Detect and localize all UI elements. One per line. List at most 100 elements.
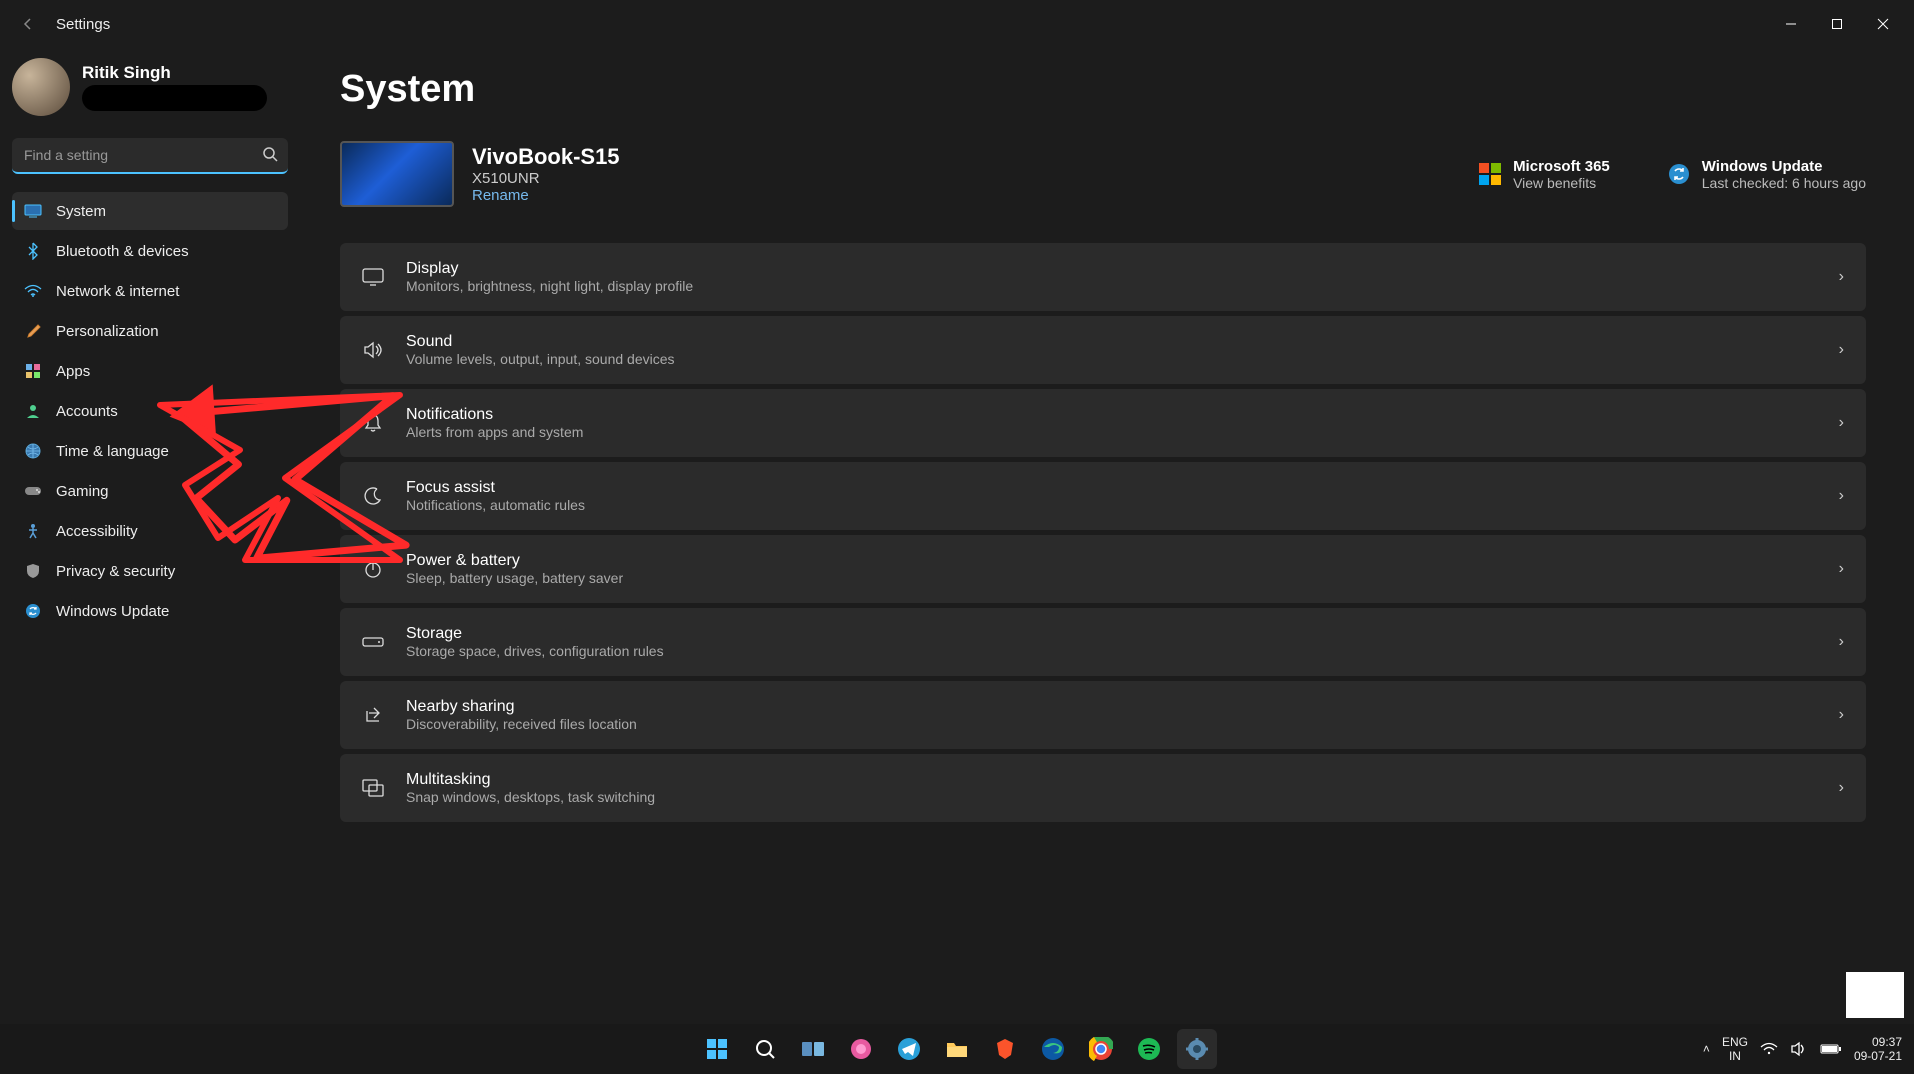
multitasking-icon xyxy=(362,777,384,799)
sidebar-item-network[interactable]: Network & internet xyxy=(12,272,288,310)
gear-icon xyxy=(1185,1037,1209,1061)
device-model: X510UNR xyxy=(472,170,620,187)
taskbar-edge[interactable] xyxy=(1033,1029,1073,1069)
card-desc: Snap windows, desktops, task switching xyxy=(406,789,1839,805)
sidebar-item-accessibility[interactable]: Accessibility xyxy=(12,512,288,550)
date-value: 09-07-21 xyxy=(1854,1049,1902,1063)
card-power[interactable]: Power & batterySleep, battery usage, bat… xyxy=(340,535,1866,603)
card-storage[interactable]: StorageStorage space, drives, configurat… xyxy=(340,608,1866,676)
taskbar-taskview[interactable] xyxy=(793,1029,833,1069)
brush-icon xyxy=(24,322,42,340)
volume-tray-icon[interactable] xyxy=(1790,1041,1808,1057)
gamepad-icon xyxy=(24,482,42,500)
taskbar-search[interactable] xyxy=(745,1029,785,1069)
spotify-icon xyxy=(1137,1037,1161,1061)
taskbar: ˄ ENG IN 09:37 09-07-21 xyxy=(0,1024,1914,1074)
overlay-box xyxy=(1846,972,1904,1018)
sidebar-item-label: Gaming xyxy=(56,483,109,500)
sidebar-item-label: Privacy & security xyxy=(56,563,175,580)
card-title: Notifications xyxy=(406,406,1839,424)
close-button[interactable] xyxy=(1860,8,1906,40)
update-icon xyxy=(1668,163,1690,185)
taskbar-spotify[interactable] xyxy=(1129,1029,1169,1069)
sidebar-item-label: Accessibility xyxy=(56,523,138,540)
card-focus-assist[interactable]: Focus assistNotifications, automatic rul… xyxy=(340,462,1866,530)
search-wrapper xyxy=(12,138,288,174)
device-name: VivoBook-S15 xyxy=(472,144,620,170)
update-title: Windows Update xyxy=(1702,158,1866,175)
card-nearby-sharing[interactable]: Nearby sharingDiscoverability, received … xyxy=(340,681,1866,749)
taskbar-chrome[interactable] xyxy=(1081,1029,1121,1069)
arrow-left-icon xyxy=(20,16,36,32)
sidebar-item-system[interactable]: System xyxy=(12,192,288,230)
tray-chevron-up-icon[interactable]: ˄ xyxy=(1703,1042,1710,1056)
accessibility-icon xyxy=(24,522,42,540)
taskbar-brave[interactable] xyxy=(985,1029,1025,1069)
profile-block[interactable]: Ritik Singh xyxy=(12,58,288,116)
chevron-right-icon: › xyxy=(1839,414,1844,432)
card-title: Multitasking xyxy=(406,771,1839,789)
apps-icon xyxy=(24,362,42,380)
minimize-button[interactable] xyxy=(1768,8,1814,40)
windows-update-block[interactable]: Windows Update Last checked: 6 hours ago xyxy=(1668,158,1866,191)
app-icon xyxy=(849,1037,873,1061)
battery-tray-icon[interactable] xyxy=(1820,1043,1842,1055)
sidebar-item-accounts[interactable]: Accounts xyxy=(12,392,288,430)
sidebar-item-personalization[interactable]: Personalization xyxy=(12,312,288,350)
tray-language[interactable]: ENG IN xyxy=(1722,1035,1748,1064)
device-thumbnail[interactable] xyxy=(340,141,454,207)
update-sub: Last checked: 6 hours ago xyxy=(1702,175,1866,191)
chevron-right-icon: › xyxy=(1839,268,1844,286)
taskbar-explorer[interactable] xyxy=(937,1029,977,1069)
wifi-tray-icon[interactable] xyxy=(1760,1042,1778,1056)
close-icon xyxy=(1877,18,1889,30)
wifi-icon xyxy=(24,282,42,300)
card-title: Focus assist xyxy=(406,479,1839,497)
sidebar-item-bluetooth[interactable]: Bluetooth & devices xyxy=(12,232,288,270)
tray-clock[interactable]: 09:37 09-07-21 xyxy=(1854,1035,1902,1064)
card-display[interactable]: DisplayMonitors, brightness, night light… xyxy=(340,243,1866,311)
taskbar-app-1[interactable] xyxy=(841,1029,881,1069)
card-notifications[interactable]: NotificationsAlerts from apps and system… xyxy=(340,389,1866,457)
share-icon xyxy=(362,704,384,726)
profile-name: Ritik Singh xyxy=(82,63,267,83)
rename-link[interactable]: Rename xyxy=(472,187,620,204)
brave-icon xyxy=(994,1037,1016,1061)
maximize-button[interactable] xyxy=(1814,8,1860,40)
back-button[interactable] xyxy=(8,4,48,44)
taskbar-telegram[interactable] xyxy=(889,1029,929,1069)
display-icon xyxy=(24,202,42,220)
chevron-right-icon: › xyxy=(1839,706,1844,724)
sidebar-item-label: Network & internet xyxy=(56,283,179,300)
sound-icon xyxy=(362,339,384,361)
bluetooth-icon xyxy=(24,242,42,260)
chevron-right-icon: › xyxy=(1839,633,1844,651)
sidebar-item-label: System xyxy=(56,203,106,220)
start-button[interactable] xyxy=(697,1029,737,1069)
lang-line2: IN xyxy=(1722,1049,1748,1063)
sidebar-item-label: Accounts xyxy=(56,403,118,420)
avatar xyxy=(12,58,70,116)
device-header: VivoBook-S15 X510UNR Rename Microsoft 36… xyxy=(340,141,1866,207)
sidebar-item-time-language[interactable]: Time & language xyxy=(12,432,288,470)
sidebar-item-apps[interactable]: Apps xyxy=(12,352,288,390)
windows-icon xyxy=(705,1037,729,1061)
card-title: Power & battery xyxy=(406,552,1839,570)
shield-icon xyxy=(24,562,42,580)
chevron-right-icon: › xyxy=(1839,487,1844,505)
storage-icon xyxy=(362,631,384,653)
settings-card-list: DisplayMonitors, brightness, night light… xyxy=(340,243,1866,822)
card-multitasking[interactable]: MultitaskingSnap windows, desktops, task… xyxy=(340,754,1866,822)
card-sound[interactable]: SoundVolume levels, output, input, sound… xyxy=(340,316,1866,384)
taskbar-center xyxy=(697,1029,1217,1069)
sidebar-item-privacy[interactable]: Privacy & security xyxy=(12,552,288,590)
sidebar-item-gaming[interactable]: Gaming xyxy=(12,472,288,510)
telegram-icon xyxy=(897,1037,921,1061)
taskbar-settings[interactable] xyxy=(1177,1029,1217,1069)
minimize-icon xyxy=(1785,18,1797,30)
sync-icon xyxy=(24,602,42,620)
sidebar-item-update[interactable]: Windows Update xyxy=(12,592,288,630)
search-input[interactable] xyxy=(12,138,288,174)
sidebar: Ritik Singh System Bluetooth & devices N… xyxy=(0,48,300,1024)
microsoft-365-block[interactable]: Microsoft 365 View benefits xyxy=(1479,158,1610,191)
